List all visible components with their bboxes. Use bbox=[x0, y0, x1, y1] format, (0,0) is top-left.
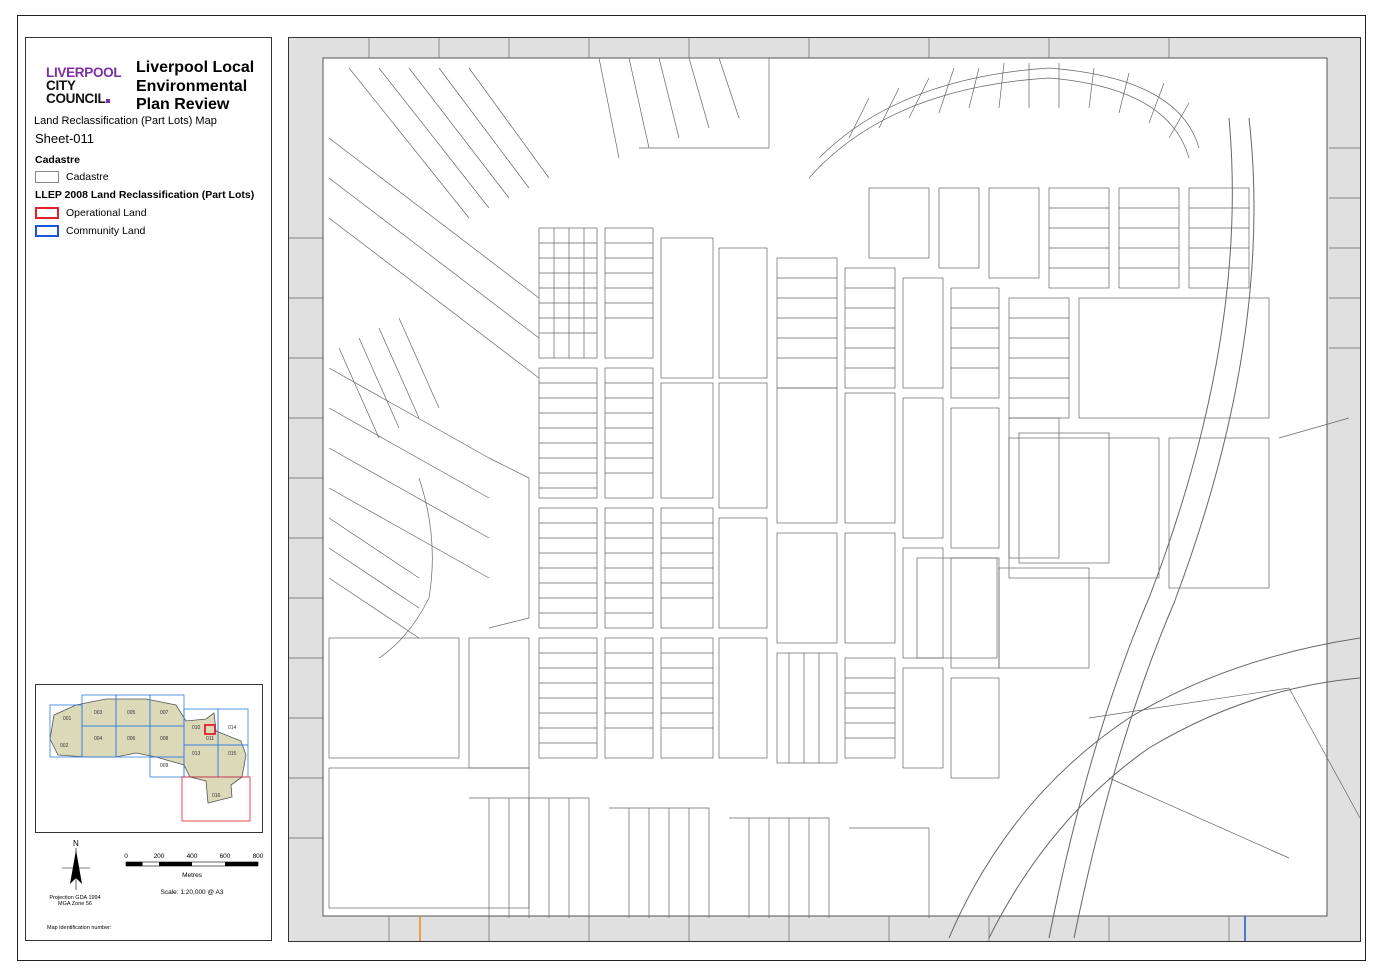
map-title-line-3: Plan Review bbox=[136, 96, 230, 113]
inset-sheet-label: 011 bbox=[206, 736, 214, 742]
scale-tick-label: 400 bbox=[187, 853, 198, 860]
legend-panel: LIVERPOOL CITY COUNCIL Liverpool Local E… bbox=[25, 37, 272, 941]
legend-section-reclassification: LLEP 2008 Land Reclassification (Part Lo… bbox=[35, 189, 255, 201]
north-arrow: N bbox=[56, 838, 96, 898]
inset-sheet-label: 005 bbox=[127, 710, 136, 716]
logo-dot-icon bbox=[106, 99, 111, 103]
map-title-line-2: Environmental bbox=[136, 77, 248, 95]
scale-bar: 0 200 400 600 800 Metres Scale: 1:20,000… bbox=[121, 850, 266, 900]
inset-sheet-label: 006 bbox=[127, 736, 136, 742]
inset-sheet-label: 002 bbox=[60, 743, 69, 749]
cadastre-map-svg bbox=[289, 38, 1360, 941]
legend-item-label: Operational Land bbox=[66, 207, 147, 219]
inset-sheet-label: 003 bbox=[94, 710, 103, 716]
scale-unit: Metres bbox=[182, 872, 203, 879]
map-identification-number: Map identification number: bbox=[47, 925, 112, 931]
inset-sheet-label: 010 bbox=[192, 725, 201, 731]
scale-tick-label: 0 bbox=[124, 853, 128, 860]
north-arrow-icon: N bbox=[62, 839, 90, 890]
inset-sheet-label: 007 bbox=[160, 710, 169, 716]
inset-sheet-label: 013 bbox=[192, 751, 201, 757]
council-logo: LIVERPOOL CITY COUNCIL bbox=[46, 66, 124, 106]
community-land-swatch-icon bbox=[35, 225, 59, 237]
map-subtitle: Land Reclassification (Part Lots) Map bbox=[34, 115, 217, 127]
scale-ratio: Scale: 1:20,000 @ A3 bbox=[161, 889, 224, 896]
projection-note: Projection GDA 1994 MGA Zone 56 bbox=[40, 895, 110, 907]
operational-land-swatch-icon bbox=[35, 207, 59, 219]
map-title-line-1: Liverpool Local bbox=[136, 59, 255, 76]
scale-tick-label: 800 bbox=[253, 853, 264, 860]
sheet-index-inset-map: 001 002 003 004 005 006 007 008 009 010 … bbox=[35, 684, 263, 833]
inset-sheet-label: 004 bbox=[94, 736, 103, 742]
inset-sheet-label: 016 bbox=[212, 793, 221, 799]
inset-sheet-label: 014 bbox=[228, 725, 237, 731]
inset-sheet-label: 009 bbox=[160, 763, 169, 769]
sheet-number: Sheet-011 bbox=[35, 131, 95, 146]
inset-sheet-label: 001 bbox=[63, 716, 72, 722]
inset-sheet-label: 015 bbox=[228, 751, 237, 757]
sheet-index-svg: 001 002 003 004 005 006 007 008 009 010 … bbox=[49, 694, 251, 822]
legend-section-cadastre: Cadastre bbox=[35, 154, 80, 166]
projection-line-2: MGA Zone 56 bbox=[58, 901, 92, 907]
map-title: Liverpool Local Environmental Plan Revie… bbox=[136, 59, 271, 115]
legend-item-label: Cadastre bbox=[66, 171, 109, 183]
map-canvas bbox=[288, 37, 1361, 942]
inset-sheet-label: 008 bbox=[160, 736, 169, 742]
scale-tick-label: 200 bbox=[154, 853, 165, 860]
cadastre-swatch-icon bbox=[35, 171, 59, 183]
scale-bar-svg: 0 200 400 600 800 Metres Scale: 1:20,000… bbox=[124, 853, 264, 896]
logo-line-3: COUNCIL bbox=[46, 92, 124, 105]
scale-tick-label: 600 bbox=[220, 853, 231, 860]
north-label: N bbox=[73, 839, 79, 848]
legend-item-label: Community Land bbox=[66, 225, 146, 237]
